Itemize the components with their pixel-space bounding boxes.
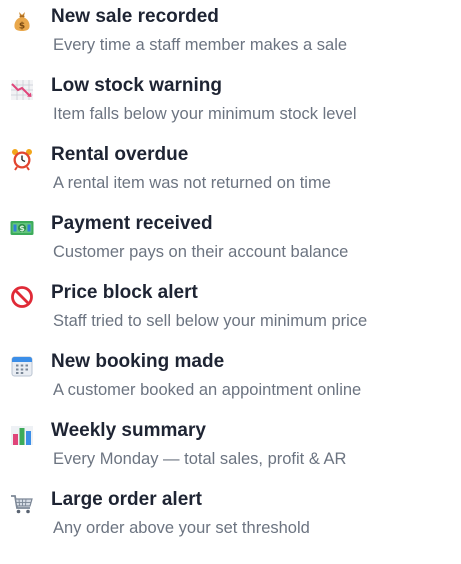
item-description: Any order above your set threshold xyxy=(53,519,310,537)
list-item: Low stock warning Item falls below your … xyxy=(0,69,461,138)
item-title: New sale recorded xyxy=(51,6,219,27)
svg-text:$: $ xyxy=(19,224,25,233)
item-description: A rental item was not returned on time xyxy=(53,174,331,192)
item-description: Staff tried to sell below your minimum p… xyxy=(53,312,368,330)
list-item: $ Payment received Customer pays on thei… xyxy=(0,207,461,276)
list-item: New booking made A customer booked an ap… xyxy=(0,345,461,414)
prohibited-icon xyxy=(10,285,34,309)
item-description: A customer booked an appointment online xyxy=(53,381,362,399)
chart-decreasing-icon xyxy=(10,78,34,102)
item-description: Customer pays on their account balance xyxy=(53,243,349,261)
item-title: Price block alert xyxy=(51,282,198,303)
list-item: Large order alert Any order above your s… xyxy=(0,483,461,552)
item-description: Item falls below your minimum stock leve… xyxy=(53,105,357,123)
list-item: Weekly summary Every Monday — total sale… xyxy=(0,414,461,483)
item-description: Every time a staff member makes a sale xyxy=(53,36,348,54)
list-item: $ New sale recorded Every time a staff m… xyxy=(0,0,461,69)
list-item: Price block alert Staff tried to sell be… xyxy=(0,276,461,345)
list-item: Rental overdue A rental item was not ret… xyxy=(0,138,461,207)
svg-text:$: $ xyxy=(19,22,25,32)
item-description: Every Monday — total sales, profit & AR xyxy=(53,450,347,468)
item-title: New booking made xyxy=(51,351,225,372)
dollar-banknote-icon: $ xyxy=(10,216,34,240)
money-bag-icon: $ xyxy=(10,9,34,33)
alarm-clock-icon xyxy=(10,147,34,171)
item-title: Low stock warning xyxy=(51,75,223,96)
notification-list: $ New sale recorded Every time a staff m… xyxy=(0,0,461,552)
shopping-cart-icon xyxy=(10,492,34,516)
bar-chart-icon xyxy=(10,423,34,447)
item-title: Rental overdue xyxy=(51,144,189,165)
item-title: Weekly summary xyxy=(51,420,206,441)
calendar-icon xyxy=(10,354,34,378)
item-title: Large order alert xyxy=(51,489,202,510)
item-title: Payment received xyxy=(51,213,213,234)
